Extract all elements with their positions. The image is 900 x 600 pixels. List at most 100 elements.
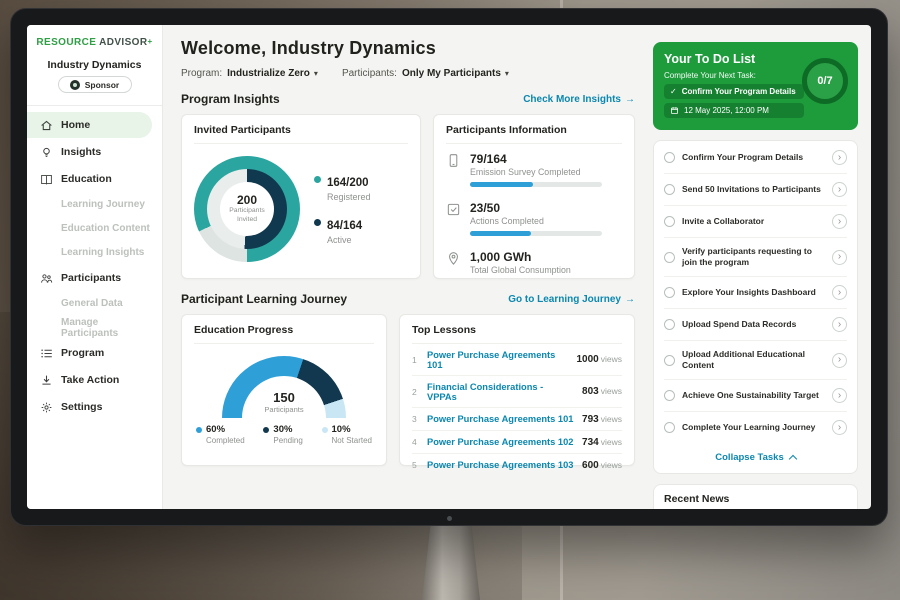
monitor-stand — [422, 518, 480, 600]
bulb-icon — [40, 146, 53, 159]
lesson-link[interactable]: Power Purchase Agreements 101 — [427, 414, 575, 424]
todo-progress: 0/7 — [817, 75, 832, 87]
checkbox[interactable] — [664, 355, 675, 366]
legend-item: 84/164 Active — [314, 216, 371, 245]
recent-news-title: Recent News — [664, 493, 847, 505]
stat-row: 79/164 Emission Survey Completed — [446, 144, 622, 193]
legend-dot — [196, 427, 202, 433]
sidebar-item-insights[interactable]: Insights — [27, 139, 152, 165]
sidebar-item-home[interactable]: Home — [27, 112, 152, 138]
checkbox[interactable] — [664, 287, 675, 298]
donut-center-value: 200 — [237, 193, 257, 207]
task-row[interactable]: Complete Your Learning Journey › — [664, 412, 847, 443]
sidebar-item-take-action[interactable]: Take Action — [27, 367, 152, 393]
sidebar-divider — [27, 105, 162, 106]
task-row[interactable]: Send 50 Invitations to Participants › — [664, 174, 847, 206]
sponsor-badge[interactable]: Sponsor — [58, 76, 132, 93]
stat-label: Total Global Consumption — [470, 265, 571, 275]
sidebar-item-label: Program — [61, 347, 104, 359]
monitor-bezel: RESOURCE ADVISOR+ Industry Dynamics Spon… — [10, 8, 888, 526]
top-lessons-card: Top Lessons 1 Power Purchase Agreements … — [399, 314, 635, 466]
stat-value: 23/50 — [470, 201, 602, 215]
section-title: Program Insights — [181, 92, 280, 106]
participants-filter: Participants: Only My Participants ▾ — [342, 68, 509, 79]
gear-icon — [40, 401, 53, 414]
stat-value: 79/164 — [470, 152, 602, 166]
checkbox[interactable] — [664, 152, 675, 163]
gauge-center-label: Participants — [194, 405, 374, 414]
checkbox[interactable] — [664, 390, 675, 401]
section-title: Participant Learning Journey — [181, 292, 347, 306]
legend-dot — [322, 427, 328, 433]
participants-information-card: Participants Information 79/164 Emission… — [433, 114, 635, 279]
checkbox[interactable] — [664, 252, 675, 263]
chevron-right-icon[interactable]: › — [832, 150, 847, 165]
task-row[interactable]: Upload Additional Educational Content › — [664, 341, 847, 380]
program-filter: Program: Industrialize Zero ▾ — [181, 68, 318, 79]
learning-card-row: Education Progress 150 Participants 60% … — [181, 314, 635, 466]
sidebar-item-label: Home — [61, 119, 90, 131]
donut-legend: 164/200 Registered 84/164 Active — [314, 173, 371, 245]
todo-progress-ring: 0/7 — [802, 58, 848, 104]
chevron-right-icon[interactable]: › — [832, 317, 847, 332]
insights-card-row: Invited Participants 200 Participants In… — [181, 114, 635, 279]
donut-center-label: Participants Invited — [226, 207, 268, 225]
check-more-insights-link[interactable]: Check More Insights → — [523, 94, 635, 105]
chevron-down-icon: ▾ — [505, 69, 509, 78]
task-row[interactable]: Confirm Your Program Details › — [664, 142, 847, 174]
lesson-row: 4 Power Purchase Agreements 102 734views — [412, 431, 622, 454]
task-row[interactable]: Achieve One Sustainability Target › — [664, 380, 847, 412]
gauge-legend: 60% Completed 30% Pending 10% Not Starte… — [194, 424, 374, 445]
checkbox[interactable] — [664, 422, 675, 433]
filter-bar: Program: Industrialize Zero ▾ Participan… — [181, 68, 635, 79]
people-icon — [40, 272, 53, 285]
chevron-right-icon[interactable]: › — [832, 420, 847, 435]
chevron-down-icon: ▾ — [314, 69, 318, 78]
location-pin-icon — [446, 251, 461, 266]
sidebar-item-learning-insights[interactable]: Learning Insights — [27, 241, 152, 264]
chevron-right-icon[interactable]: › — [832, 353, 847, 368]
lesson-link[interactable]: Financial Considerations - VPPAs — [427, 382, 575, 402]
task-row[interactable]: Verify participants requesting to join t… — [664, 238, 847, 277]
participants-dropdown[interactable]: Only My Participants ▾ — [402, 68, 509, 79]
legend-item: 164/200 Registered — [314, 173, 371, 202]
main-content: Welcome, Industry Dynamics Program: Indu… — [163, 25, 647, 509]
go-to-learning-journey-link[interactable]: Go to Learning Journey → — [508, 294, 635, 305]
sidebar-item-program[interactable]: Program — [27, 340, 152, 366]
chevron-right-icon[interactable]: › — [832, 250, 847, 265]
sidebar-item-education-content[interactable]: Education Content — [27, 217, 152, 240]
lesson-link[interactable]: Power Purchase Agreements 102 — [427, 437, 575, 447]
chevron-right-icon[interactable]: › — [832, 388, 847, 403]
checkbox[interactable] — [664, 184, 675, 195]
program-dropdown[interactable]: Industrialize Zero ▾ — [227, 68, 318, 79]
sidebar-item-participants[interactable]: Participants — [27, 265, 152, 291]
learning-journey-header: Participant Learning Journey Go to Learn… — [181, 292, 635, 306]
checkbox[interactable] — [664, 319, 675, 330]
checkbox[interactable] — [664, 216, 675, 227]
legend-dot — [314, 219, 321, 226]
sidebar-item-education[interactable]: Education — [27, 166, 152, 192]
stat-label: Emission Survey Completed — [470, 167, 602, 177]
sidebar-item-settings[interactable]: Settings — [27, 394, 152, 420]
sidebar-item-learning-journey[interactable]: Learning Journey — [27, 193, 152, 216]
next-task-pill[interactable]: ✓ Confirm Your Program Details — [664, 84, 804, 99]
due-date: 12 May 2025, 12:00 PM — [684, 106, 769, 115]
lesson-link[interactable]: Power Purchase Agreements 103 — [427, 460, 575, 470]
task-row[interactable]: Upload Spend Data Records › — [664, 309, 847, 341]
task-row[interactable]: Invite a Collaborator › — [664, 206, 847, 238]
sidebar-nav: Home Insights Education Learning Journey… — [27, 112, 162, 420]
sidebar-item-general-data[interactable]: General Data — [27, 292, 152, 315]
task-list-card: Confirm Your Program Details › Send 50 I… — [653, 140, 858, 474]
task-row[interactable]: Explore Your Insights Dashboard › — [664, 277, 847, 309]
collapse-tasks-button[interactable]: Collapse Tasks — [664, 443, 847, 472]
chevron-right-icon[interactable]: › — [832, 285, 847, 300]
sidebar-item-manage-participants[interactable]: Manage Participants — [27, 316, 152, 339]
chevron-right-icon[interactable]: › — [832, 182, 847, 197]
lesson-link[interactable]: Power Purchase Agreements 101 — [427, 350, 569, 370]
card-title: Top Lessons — [412, 324, 622, 344]
logo-plus: + — [147, 37, 152, 46]
list-icon — [40, 347, 53, 360]
legend-item: 60% Completed — [196, 424, 245, 445]
chevron-right-icon[interactable]: › — [832, 214, 847, 229]
survey-device-icon — [446, 153, 461, 168]
